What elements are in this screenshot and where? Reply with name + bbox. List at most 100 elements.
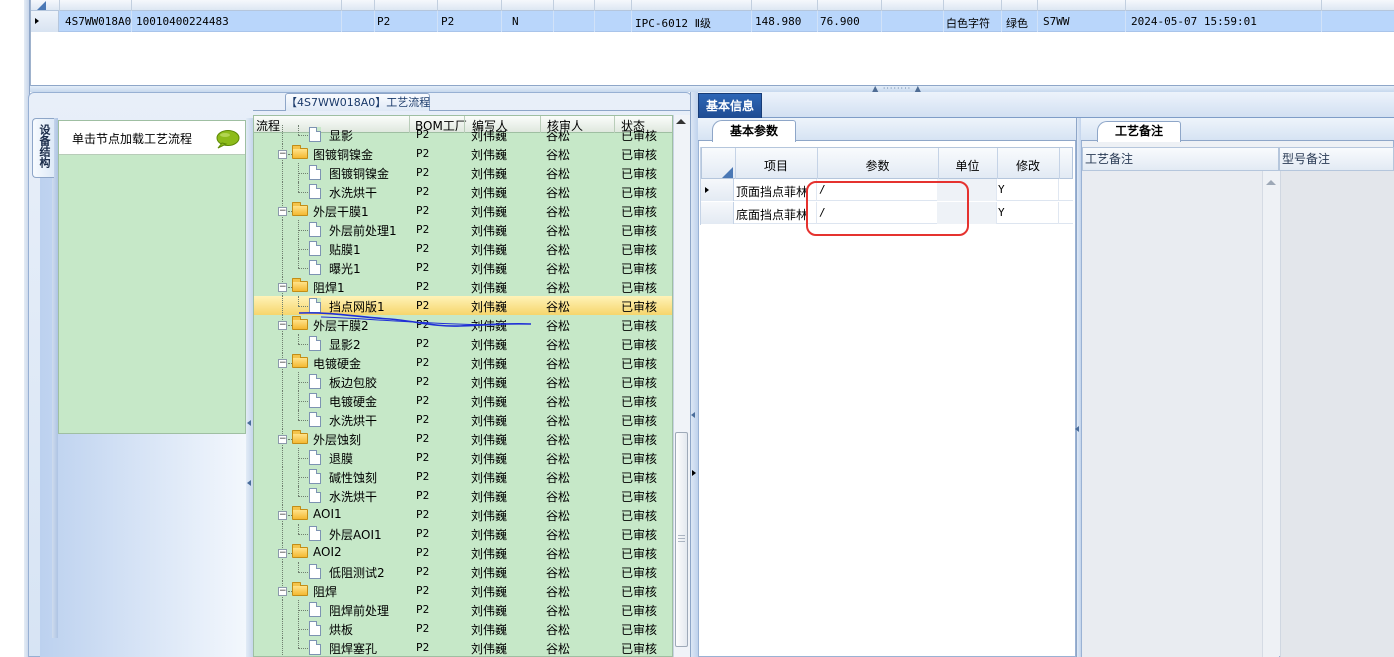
collapse-node-icon[interactable]: −: [278, 207, 287, 216]
craft-notes-scrollbar[interactable]: [1262, 171, 1279, 657]
collapse-left-icon[interactable]: [247, 420, 251, 426]
col-item[interactable]: 项目: [735, 157, 817, 174]
col-modify[interactable]: 修改: [997, 157, 1059, 174]
tree-connector: [298, 648, 308, 649]
tree-step-row[interactable]: 外层前处理1 P2 刘伟巍 谷松 已审核: [254, 220, 672, 239]
tree-connector: [298, 192, 308, 193]
tree-group-row[interactable]: − 电镀硬金 P2 刘伟巍 谷松 已审核: [254, 353, 672, 372]
document-icon: [309, 241, 321, 256]
tree-splitter[interactable]: [246, 118, 253, 657]
param-modify[interactable]: Y: [998, 183, 1005, 196]
tree-group-row[interactable]: − 阻焊1 P2 刘伟巍 谷松 已审核: [254, 277, 672, 296]
tree-group-row[interactable]: − 外层干膜1 P2 刘伟巍 谷松 已审核: [254, 201, 672, 220]
flow-step-name: AOI1: [313, 507, 342, 521]
collapse-node-icon[interactable]: −: [278, 321, 287, 330]
col-unit[interactable]: 单位: [938, 157, 997, 174]
collapse-left-icon-3[interactable]: [691, 412, 695, 418]
tree-step-row[interactable]: 板边包胶 P2 刘伟巍 谷松 已审核: [254, 372, 672, 391]
right-tab-strip: [698, 92, 1394, 118]
tree-connector: [298, 296, 299, 306]
order-grid: 4S7WW018A0 10010400224483 P2 P2 N IPC-60…: [30, 0, 1394, 86]
order-row[interactable]: 4S7WW018A0 10010400224483 P2 P2 N IPC-60…: [31, 11, 1394, 32]
flow-factory: P2: [416, 413, 430, 426]
flow-status: 已审核: [621, 129, 658, 143]
tree-group-row[interactable]: − 阻焊 P2 刘伟巍 谷松 已审核: [254, 581, 672, 600]
tree-step-row[interactable]: 阻焊塞孔 P2 刘伟巍 谷松 已审核: [254, 638, 672, 656]
vertical-splitter[interactable]: [690, 92, 698, 657]
scroll-up-icon[interactable]: [1266, 180, 1276, 185]
flow-writer: 刘伟巍: [471, 186, 508, 200]
collapse-node-icon[interactable]: −: [278, 549, 287, 558]
flow-status: 已审核: [621, 224, 658, 238]
tree-step-row[interactable]: 水洗烘干 P2 刘伟巍 谷松 已审核: [254, 410, 672, 429]
flow-writer: 刘伟巍: [471, 414, 508, 428]
flow-factory: P2: [416, 375, 430, 388]
tree-group-row[interactable]: − AOI1 P2 刘伟巍 谷松 已审核: [254, 505, 672, 524]
scroll-up-icon[interactable]: [676, 119, 686, 124]
tree-connector: [298, 477, 308, 478]
collapse-node-icon[interactable]: −: [278, 283, 287, 292]
tree-step-row[interactable]: 电镀硬金 P2 刘伟巍 谷松 已审核: [254, 391, 672, 410]
param-modify[interactable]: Y: [998, 206, 1005, 219]
flow-reviewer: 谷松: [546, 243, 571, 257]
comment-icon[interactable]: [214, 129, 240, 149]
tree-step-row[interactable]: 退膜 P2 刘伟巍 谷松 已审核: [254, 448, 672, 467]
collapse-node-icon[interactable]: −: [278, 150, 287, 159]
flow-factory: P2: [416, 527, 430, 540]
tree-connector: [298, 562, 299, 572]
flow-reviewer: 谷松: [546, 148, 571, 162]
tree-step-row[interactable]: 烘板 P2 刘伟巍 谷松 已审核: [254, 619, 672, 638]
tab-process-flow[interactable]: 【4S7WW018A0】工艺流程: [285, 93, 430, 111]
tree-step-row[interactable]: 水洗烘干 P2 刘伟巍 谷松 已审核: [254, 182, 672, 201]
flow-reviewer: 谷松: [546, 623, 571, 637]
tree-connector: [282, 296, 283, 315]
tree-connector: [298, 125, 299, 135]
tree-connector: [282, 239, 283, 258]
tree-step-row[interactable]: 阻焊前处理 P2 刘伟巍 谷松 已审核: [254, 600, 672, 619]
expand-right-icon[interactable]: [692, 470, 696, 476]
row-selector[interactable]: [31, 11, 59, 32]
flow-status: 已审核: [621, 642, 658, 656]
tree-step-row[interactable]: 水洗烘干 P2 刘伟巍 谷松 已审核: [254, 486, 672, 505]
flow-status: 已审核: [621, 585, 658, 599]
document-icon: [309, 260, 321, 275]
structure-tree-panel: [58, 120, 246, 434]
flow-reviewer: 谷松: [546, 129, 571, 143]
tree-step-row[interactable]: 曝光1 P2 刘伟巍 谷松 已审核: [254, 258, 672, 277]
tree-step-row[interactable]: 图镀铜镍金 P2 刘伟巍 谷松 已审核: [254, 163, 672, 182]
tree-step-row[interactable]: 低阻测试2 P2 刘伟巍 谷松 已审核: [254, 562, 672, 581]
flow-reviewer: 谷松: [546, 433, 571, 447]
col-param[interactable]: 参数: [817, 157, 938, 174]
tab-basic-params[interactable]: 基本参数: [712, 120, 796, 142]
blue-annotation-stroke: [298, 312, 532, 327]
tree-connector: [282, 125, 283, 144]
collapse-node-icon[interactable]: −: [278, 435, 287, 444]
row-selector[interactable]: [701, 179, 734, 201]
flow-reviewer: 谷松: [546, 319, 571, 333]
flow-reviewer: 谷松: [546, 490, 571, 504]
flow-factory: P2: [416, 166, 430, 179]
collapse-left-icon-2[interactable]: [247, 480, 251, 486]
tree-group-row[interactable]: − AOI2 P2 刘伟巍 谷松 已审核: [254, 543, 672, 562]
collapse-node-icon[interactable]: −: [278, 511, 287, 520]
flow-factory: P2: [416, 508, 430, 521]
flow-factory: P2: [416, 584, 430, 597]
tab-basic-info[interactable]: 基本信息: [698, 93, 762, 118]
tree-step-row[interactable]: 显影2 P2 刘伟巍 谷松 已审核: [254, 334, 672, 353]
tree-step-row[interactable]: 显影 P2 刘伟巍 谷松 已审核: [254, 125, 672, 144]
collapse-node-icon[interactable]: −: [278, 359, 287, 368]
row-selector[interactable]: [701, 202, 734, 224]
tree-step-row[interactable]: 贴膜1 P2 刘伟巍 谷松 已审核: [254, 239, 672, 258]
tree-step-row[interactable]: 外层AOI1 P2 刘伟巍 谷松 已审核: [254, 524, 672, 543]
tree-group-row[interactable]: − 图镀铜镍金 P2 刘伟巍 谷松 已审核: [254, 144, 672, 163]
tree-group-row[interactable]: − 外层蚀刻 P2 刘伟巍 谷松 已审核: [254, 429, 672, 448]
flow-step-name: 阻焊1: [313, 281, 345, 295]
tab-craft-notes[interactable]: 工艺备注: [1097, 121, 1181, 142]
tree-step-row[interactable]: 碱性蚀刻 P2 刘伟巍 谷松 已审核: [254, 467, 672, 486]
flow-writer: 刘伟巍: [471, 129, 508, 143]
craft-notes-textarea[interactable]: [1082, 171, 1262, 657]
tree-connector: [298, 410, 299, 420]
collapse-left-icon-4[interactable]: [1075, 426, 1079, 432]
model-notes-textarea[interactable]: [1280, 171, 1394, 657]
collapse-node-icon[interactable]: −: [278, 587, 287, 596]
